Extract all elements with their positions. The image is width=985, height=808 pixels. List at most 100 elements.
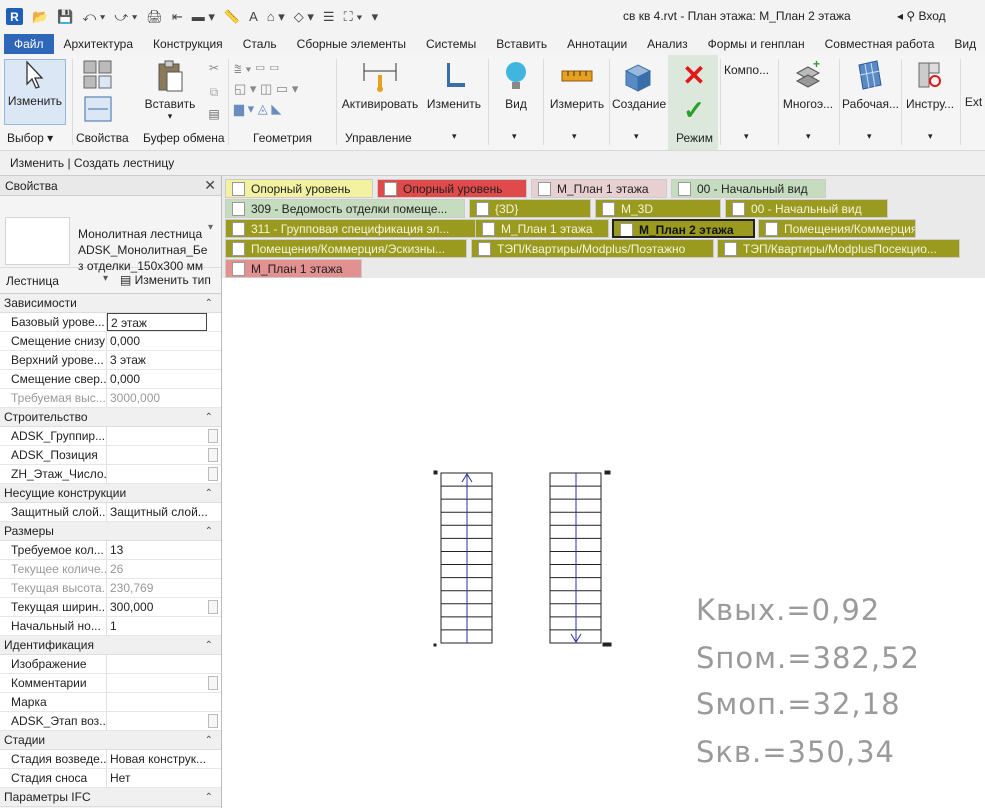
property-row[interactable]: Марка	[0, 693, 221, 712]
property-row[interactable]: Изображение	[0, 655, 221, 674]
checkbox[interactable]	[208, 676, 218, 690]
property-value[interactable]	[107, 446, 221, 464]
property-row[interactable]: ZH_Этаж_Число...	[0, 465, 221, 484]
property-value[interactable]: 300,000	[107, 598, 221, 616]
type-dropdown-icon[interactable]: ▾	[208, 222, 213, 233]
view-tab[interactable]: Помещения/Коммерция/Эскизны...	[225, 239, 467, 258]
property-section-header[interactable]: Размеры ⌃	[0, 522, 221, 541]
measure-button[interactable]: Измерить	[548, 59, 606, 125]
edit-dropdown-icon[interactable]: ▾	[452, 131, 457, 142]
work-plane-dropdown-icon[interactable]: ▾	[867, 131, 872, 142]
create-dropdown-icon[interactable]: ▾	[634, 131, 639, 142]
property-row[interactable]: Смещение снизу 0,000	[0, 332, 221, 351]
property-row[interactable]: ADSK_Группир...	[0, 427, 221, 446]
quick-access-item[interactable]: A	[249, 9, 258, 25]
view-tab[interactable]: М_План 2 этажа	[612, 219, 755, 238]
property-value[interactable]: 230,769	[107, 579, 221, 597]
stair-sketch[interactable]	[222, 278, 985, 808]
view-tab[interactable]: М_3D	[595, 199, 721, 218]
tab-item[interactable]: Вставить	[486, 37, 557, 51]
property-value[interactable]: Защитный слой...	[107, 503, 221, 521]
quick-access-item[interactable]: ▾	[372, 9, 379, 25]
property-row[interactable]: Стадия сноса Нет	[0, 769, 221, 788]
collapse-icon[interactable]: ⌃	[205, 731, 213, 750]
annotation-text[interactable]: Sкв.=350,34	[696, 735, 895, 769]
property-value[interactable]: Новая конструк...	[107, 750, 221, 768]
quick-access-item[interactable]: ☰	[323, 9, 335, 25]
view-tab[interactable]: 309 - Ведомость отделки помеще...	[225, 199, 465, 218]
extensions-button[interactable]: Ext	[962, 95, 985, 109]
checkbox[interactable]	[208, 714, 218, 728]
quick-access-item[interactable]: ◇ ▾	[294, 9, 314, 25]
quick-access-item[interactable]: ⛶ ▾	[344, 9, 363, 25]
property-value[interactable]	[107, 427, 221, 445]
quick-access-item[interactable]: 💾	[57, 9, 73, 25]
stair-run-left[interactable]	[433, 470, 493, 647]
property-value[interactable]	[107, 465, 221, 483]
annotation-text[interactable]: Sпом.=382,52	[696, 641, 920, 675]
close-icon[interactable]: ✕	[204, 177, 216, 194]
type-selector[interactable]: Монолитная лестница ADSK_Монолитная_Бе з…	[0, 196, 221, 273]
collapse-icon[interactable]: ⌃	[205, 294, 213, 313]
checkbox[interactable]	[208, 467, 218, 481]
tab-item[interactable]: Сталь	[233, 37, 287, 51]
property-row[interactable]: Стадия возведе... Новая конструк...	[0, 750, 221, 769]
match-type-icon[interactable]: ▤	[205, 107, 223, 121]
tab-item[interactable]: Аннотации	[557, 37, 637, 51]
checkbox[interactable]	[208, 600, 218, 614]
property-row[interactable]: ADSK_Позиция	[0, 446, 221, 465]
view-dropdown-icon[interactable]: ▾	[512, 131, 517, 142]
property-section-header[interactable]: Несущие конструкции ⌃	[0, 484, 221, 503]
property-row[interactable]: Текущая высота... 230,769	[0, 579, 221, 598]
tab-item[interactable]: Формы и генплан	[698, 37, 815, 51]
property-section-header[interactable]: Стадии ⌃	[0, 731, 221, 750]
collapse-icon[interactable]: ⌃	[205, 408, 213, 427]
collapse-icon[interactable]: ⌃	[205, 788, 213, 807]
property-value[interactable]: 2 этаж	[107, 313, 207, 331]
quick-access-item[interactable]: ⌂ ▾	[267, 9, 285, 25]
work-plane-button[interactable]: Рабочая...	[842, 59, 899, 125]
property-section-header[interactable]: Зависимости ⌃	[0, 294, 221, 313]
property-value[interactable]: 0,000	[107, 332, 221, 350]
view-tab[interactable]: Опорный уровень	[377, 179, 527, 198]
paste-button[interactable]: Вставить ▾	[142, 59, 198, 125]
view-tab[interactable]: ТЭП/Квартиры/Modplus/Поэтажно	[471, 239, 714, 258]
property-row[interactable]: Смещение свер... 0,000	[0, 370, 221, 389]
component-button[interactable]: Компо...	[724, 63, 774, 77]
cancel-edit-icon[interactable]: ✕	[674, 59, 714, 92]
view-tab[interactable]: 311 - Групповая спецификация эл...	[225, 219, 477, 238]
edit-type-button[interactable]: ▤ Изменить тип	[120, 273, 211, 287]
revit-logo[interactable]: R	[6, 8, 23, 25]
property-value[interactable]	[107, 693, 221, 711]
multistory-button[interactable]: + Многоэ...	[780, 59, 836, 125]
property-row[interactable]: Требуемое кол... 13	[0, 541, 221, 560]
activate-button[interactable]: Активировать	[341, 59, 419, 125]
property-row[interactable]: Базовый урове... 2 этаж	[0, 313, 221, 332]
tab-file[interactable]: Файл	[4, 34, 54, 54]
properties-button[interactable]	[78, 59, 118, 125]
property-row[interactable]: Комментарии	[0, 674, 221, 693]
select-group[interactable]: Выбор ▾	[7, 131, 53, 145]
modify-button[interactable]: Изменить	[4, 59, 66, 125]
property-value[interactable]: 26	[107, 560, 221, 578]
quick-access-item[interactable]: ⇤	[172, 9, 183, 25]
collapse-icon[interactable]: ⌃	[205, 484, 213, 503]
edit-button[interactable]: Изменить	[424, 59, 484, 125]
component-dropdown-icon[interactable]: ▾	[744, 131, 749, 142]
property-value[interactable]: 3 этаж	[107, 351, 221, 369]
tools-dropdown-icon[interactable]: ▾	[928, 131, 933, 142]
checkbox[interactable]	[208, 448, 218, 462]
view-button[interactable]: Вид	[494, 59, 538, 125]
property-value[interactable]: 0,000	[107, 370, 221, 388]
tab-item[interactable]: Вид	[944, 37, 985, 51]
view-tab[interactable]: М_План 1 этажа	[475, 219, 609, 238]
property-section-header[interactable]: Идентификация ⌃	[0, 636, 221, 655]
property-value[interactable]: 3000,000	[107, 389, 221, 407]
multistory-dropdown-icon[interactable]: ▾	[806, 131, 811, 142]
view-tab[interactable]: М_План 1 этажа	[531, 179, 667, 198]
cut-icon[interactable]: ✂	[205, 61, 223, 75]
quick-access-item[interactable]: ▬ ▾	[192, 9, 215, 25]
annotation-text[interactable]: Sмоп.=32,18	[696, 687, 901, 721]
property-value[interactable]	[107, 655, 221, 673]
quick-access-item[interactable]: 📏	[224, 9, 240, 25]
